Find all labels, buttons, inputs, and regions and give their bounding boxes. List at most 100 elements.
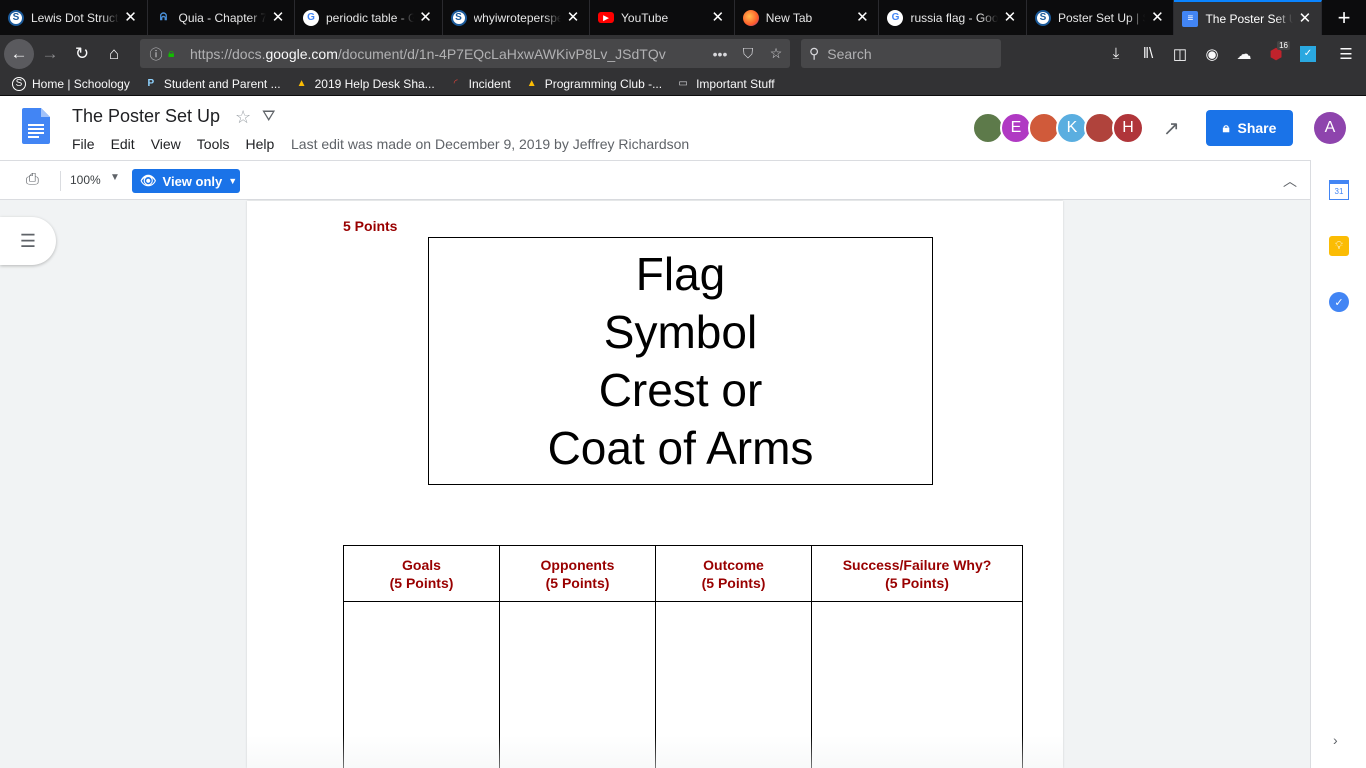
table-header-success-failure: Success/Failure Why? (5 Points)	[842, 556, 992, 591]
tab-title: The Poster Set U	[1205, 11, 1293, 26]
close-icon[interactable]: ✕	[270, 9, 286, 26]
activity-trend-icon[interactable]: ↗	[1163, 116, 1180, 141]
table-header-row: Goals (5 Points) Opponents (5 Points) Ou…	[344, 546, 1022, 602]
firefox-icon	[742, 9, 759, 26]
library-button[interactable]: ‖\	[1132, 38, 1164, 70]
document-outline-button[interactable]: ☰	[0, 217, 56, 265]
download-button[interactable]: ⤓	[1100, 38, 1132, 70]
drive-move-icon[interactable]: ⛛	[262, 108, 275, 126]
menu-file[interactable]: File	[72, 136, 95, 152]
bookmark-label: 2019 Help Desk Sha...	[314, 76, 435, 91]
incident-icon: ◜	[453, 78, 458, 89]
close-icon[interactable]: ✕	[1002, 9, 1018, 26]
account-icon: ◉	[1205, 45, 1219, 63]
tab-title: Poster Set Up | S	[1057, 10, 1146, 25]
new-tab-button[interactable]: +	[1322, 0, 1366, 35]
docs-header: The Poster Set Up ☆ ⛛ File Edit View Too…	[0, 96, 1366, 160]
menu-help[interactable]: Help	[245, 136, 274, 152]
close-icon[interactable]: ✕	[565, 9, 581, 26]
folder-icon: ▭	[678, 78, 688, 89]
close-icon[interactable]: ✕	[123, 9, 139, 26]
tasks-icon[interactable]: ✓	[1329, 292, 1349, 312]
tab-title: whyiwroteperspe	[473, 10, 562, 25]
close-icon[interactable]: ✕	[418, 9, 434, 26]
reload-button[interactable]: ↻	[66, 38, 98, 70]
forward-button[interactable]: →	[34, 38, 66, 70]
menu-button[interactable]: ☰	[1330, 38, 1362, 70]
share-button[interactable]: 🔒︎ Share	[1206, 110, 1293, 146]
extension-button[interactable]: ☁	[1228, 38, 1260, 70]
chevron-up-icon[interactable]: ︿	[1283, 171, 1297, 191]
poster-table: Goals (5 Points) Opponents (5 Points) Ou…	[343, 545, 1023, 768]
url-text[interactable]: https://docs.google.com/document/d/1n-4P…	[190, 46, 706, 62]
table-cell	[656, 602, 812, 768]
tab-title: New Tab	[765, 10, 813, 25]
info-icon[interactable]: ⓘ	[144, 44, 168, 63]
chevron-right-icon[interactable]: ›	[1333, 732, 1338, 748]
lock-icon[interactable]: 🔒︎	[168, 46, 184, 61]
bookmark-item[interactable]: ▲ 2019 Help Desk Sha...	[295, 77, 435, 91]
close-icon[interactable]: ✕	[1297, 10, 1313, 27]
hamburger-icon: ☰	[1339, 45, 1353, 63]
close-icon[interactable]: ✕	[710, 9, 726, 26]
zoom-select[interactable]: 100%	[70, 173, 101, 187]
browser-tab[interactable]: S Poster Set Up | S ✕	[1027, 0, 1175, 35]
bookmark-item[interactable]: ◜ Incident	[449, 77, 511, 91]
browser-tab[interactable]: G russia flag - Goo ✕	[879, 0, 1027, 35]
close-icon[interactable]: ✕	[1149, 9, 1165, 26]
home-button[interactable]: ⌂	[98, 38, 130, 70]
search-bar[interactable]: ⚲ Search	[801, 39, 1001, 68]
browser-tab[interactable]: New Tab ✕	[735, 0, 880, 35]
docs-logo-icon[interactable]	[22, 108, 50, 144]
browser-tab[interactable]: G periodic table - G ✕	[295, 0, 443, 35]
bookmark-folder[interactable]: ▭ Important Stuff	[676, 76, 775, 91]
table-cell	[344, 602, 500, 768]
bookmark-item[interactable]: S Home | Schoology	[12, 76, 130, 91]
arrow-right-icon: →	[41, 43, 59, 63]
pocket-icon[interactable]: ⛉	[734, 45, 762, 62]
extension2-button[interactable]: ✓	[1292, 38, 1324, 70]
bookmark-item[interactable]: ▲ Programming Club -...	[525, 77, 662, 91]
table-cell	[500, 602, 656, 768]
star-icon[interactable]: ☆	[235, 107, 251, 128]
bookmark-item[interactable]: P Student and Parent ...	[144, 77, 281, 91]
arrow-left-icon: ←	[10, 43, 28, 63]
calendar-icon[interactable]: 31	[1329, 180, 1349, 200]
table-header-outcome: Outcome (5 Points)	[656, 546, 812, 601]
tab-title: Quia - Chapter 7	[178, 10, 267, 25]
schoology-icon: S	[8, 9, 24, 26]
bookmark-label: Important Stuff	[696, 76, 775, 91]
ublock-button[interactable]: ⬢ 16	[1260, 38, 1292, 70]
view-only-button[interactable]: 👁︎ View only ▼	[132, 169, 240, 193]
url-host: google.com	[265, 45, 338, 62]
navigation-bar: ← → ↻ ⌂ ⓘ 🔒︎ https://docs.google.com/doc…	[0, 35, 1366, 72]
browser-tab[interactable]: ▶ YouTube ✕	[590, 0, 735, 35]
chevron-down-icon[interactable]: ▼	[110, 172, 120, 183]
close-icon[interactable]: ✕	[854, 9, 870, 26]
browser-tab[interactable]: S whyiwroteperspe ✕	[443, 0, 590, 35]
last-edit-link[interactable]: Last edit was made on December 9, 2019 b…	[291, 136, 689, 152]
collaborator-avatars: E K H	[972, 112, 1144, 144]
menu-tools[interactable]: Tools	[197, 136, 230, 152]
box-line: Flag	[635, 248, 726, 300]
account-button[interactable]: ◉	[1196, 38, 1228, 70]
menu-edit[interactable]: Edit	[111, 136, 135, 152]
print-icon[interactable]: ⎙	[26, 171, 39, 189]
schoology-icon: S	[12, 76, 26, 91]
page-actions-icon[interactable]: •••	[706, 46, 734, 62]
back-button[interactable]: ←	[4, 38, 34, 69]
browser-tab[interactable]: ᕱ Quia - Chapter 7 ✕	[148, 0, 295, 35]
url-bar[interactable]: ⓘ 🔒︎ https://docs.google.com/document/d/…	[140, 39, 790, 68]
bookmark-star-icon[interactable]: ☆	[762, 45, 790, 62]
document-title[interactable]: The Poster Set Up	[72, 106, 220, 127]
browser-tab[interactable]: S Lewis Dot Structu ✕	[0, 0, 148, 35]
menu-view[interactable]: View	[151, 136, 181, 152]
sidebar-button[interactable]: ◫	[1164, 38, 1196, 70]
keep-icon[interactable]: 💡︎	[1329, 236, 1349, 256]
powerschool-icon: P	[147, 78, 155, 89]
browser-tab-active[interactable]: ≡ The Poster Set U ✕	[1174, 0, 1322, 35]
quia-icon: ᕱ	[159, 12, 168, 23]
table-cell	[812, 602, 1022, 768]
user-avatar[interactable]: A	[1314, 112, 1346, 144]
avatar[interactable]: H	[1112, 112, 1144, 144]
